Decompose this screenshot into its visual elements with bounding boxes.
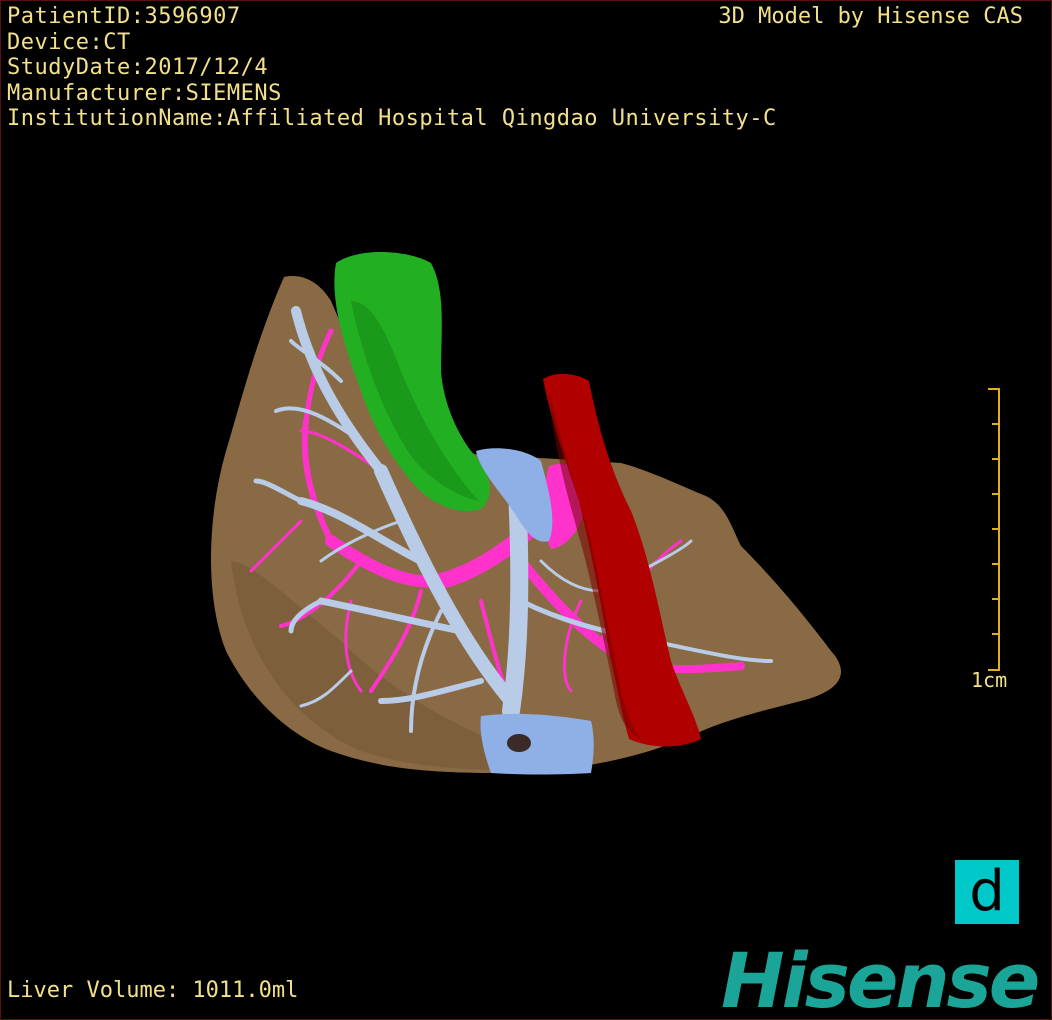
study-date: StudyDate:2017/12/4 — [7, 55, 269, 81]
liver-volume: Liver Volume: 1011.0ml — [7, 978, 299, 1003]
view-badge-icon[interactable]: d — [955, 860, 1019, 924]
hisense-logo: Hisense — [721, 936, 1040, 1020]
study-info: PatientID:3596907 Device:CT StudyDate:20… — [7, 4, 777, 132]
confluence-opening — [507, 734, 531, 752]
3d-viewport[interactable]: PatientID:3596907 Device:CT StudyDate:20… — [0, 0, 1052, 1020]
scale-bar-icon — [988, 388, 1000, 671]
device: Device:CT — [7, 29, 131, 55]
institution-name: InstitutionName:Affiliated Hospital Qing… — [7, 106, 777, 132]
manufacturer: Manufacturer:SIEMENS — [7, 80, 282, 106]
hepatic-vein-confluence — [480, 713, 594, 775]
scale-label: 1cm — [971, 668, 1008, 692]
patient-id: PatientID:3596907 — [7, 4, 241, 29]
brand-caption: 3D Model by Hisense CAS — [718, 4, 1023, 29]
liver-3d-model[interactable] — [1, 1, 1051, 1019]
